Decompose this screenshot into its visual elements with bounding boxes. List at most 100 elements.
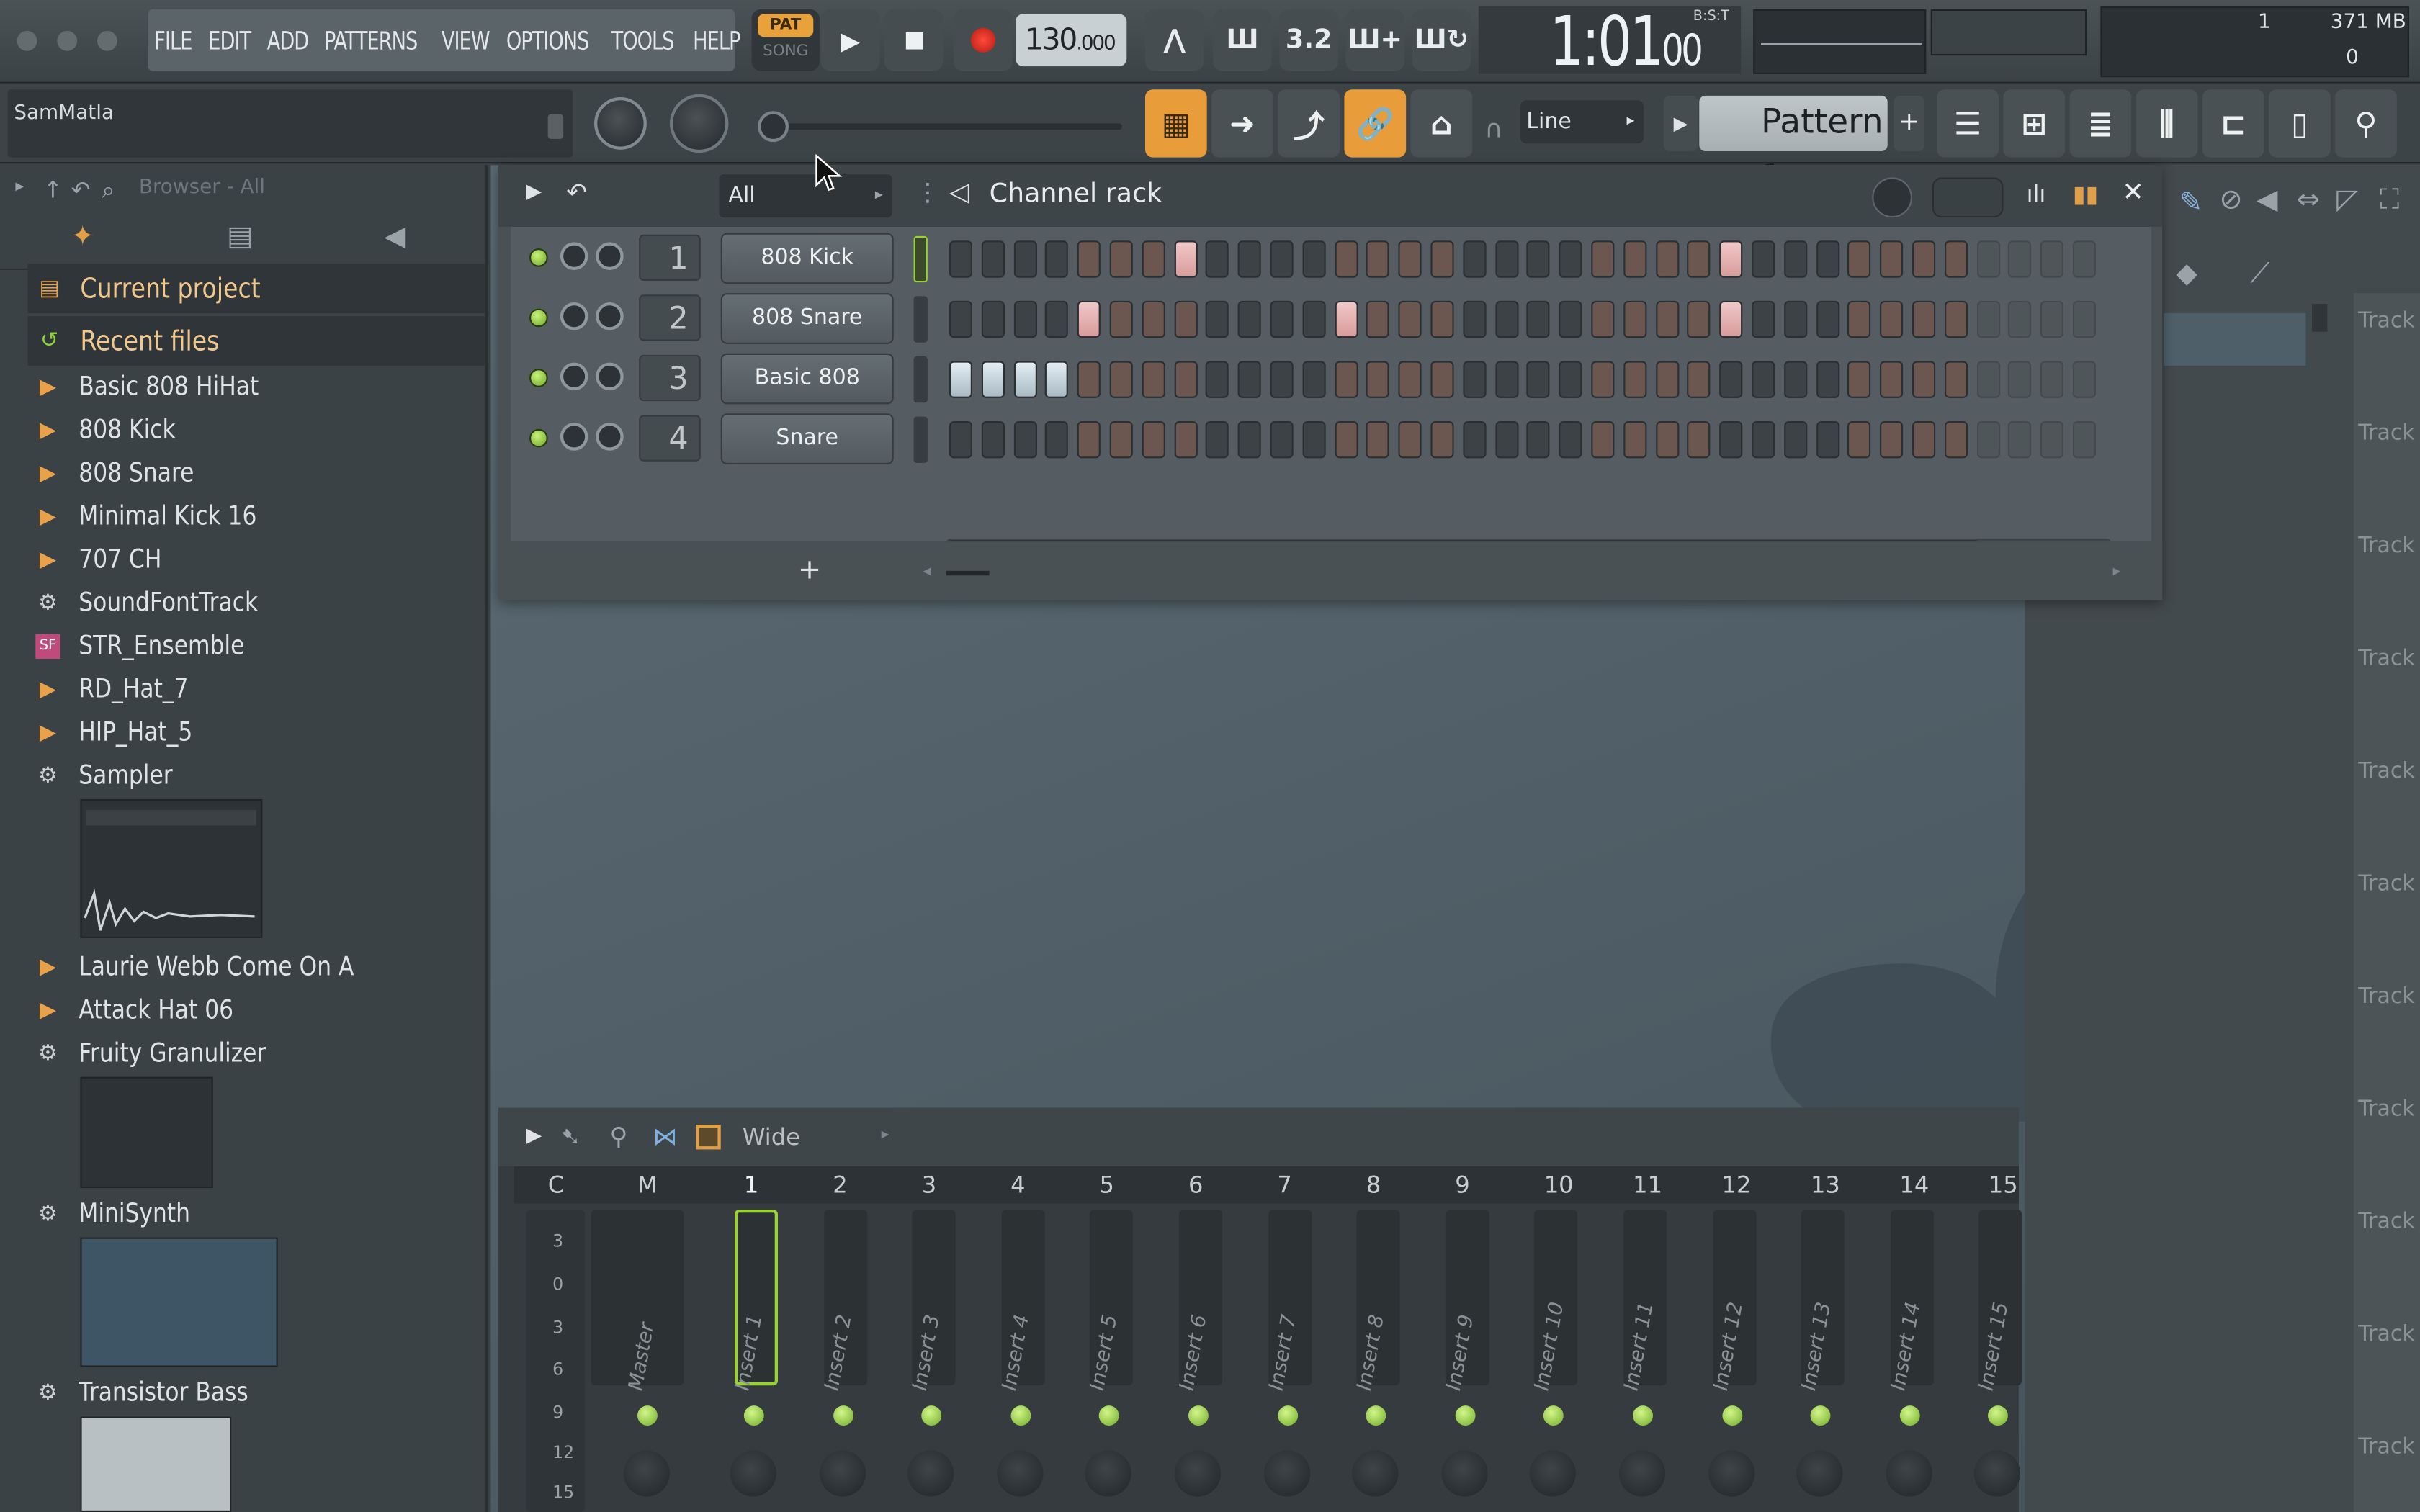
channel-select-indicator[interactable] — [913, 296, 928, 343]
maximize-window-button[interactable] — [97, 30, 117, 51]
step-button[interactable] — [1462, 421, 1487, 459]
step-button[interactable] — [1944, 361, 1968, 398]
step-button[interactable] — [1783, 300, 1807, 338]
typing-keyboard-button[interactable]: ▦ — [1145, 89, 1207, 158]
mixer-track-number[interactable]: 12 — [1722, 1171, 1752, 1199]
menu-file[interactable]: FILE — [154, 25, 192, 55]
step-button[interactable] — [1912, 421, 1936, 459]
wait-for-input-button[interactable]: Ш — [1213, 9, 1272, 71]
browser-item[interactable]: ▶ Basic 808 HiHat — [35, 367, 483, 408]
step-button[interactable] — [1752, 421, 1775, 459]
mixer-button[interactable]: ⫼ — [2136, 89, 2198, 158]
stop-button[interactable] — [884, 9, 944, 71]
track-label[interactable]: Track — [2358, 1097, 2415, 1122]
channel-mute-led[interactable] — [529, 248, 548, 267]
channel-pan-knob[interactable] — [560, 423, 588, 451]
step-button[interactable] — [1880, 300, 1904, 338]
search-icon[interactable]: ⌕ — [102, 176, 115, 204]
step-button[interactable] — [1527, 361, 1551, 398]
song-mode-label[interactable]: SONG — [758, 43, 813, 60]
mixer-pan-knob[interactable] — [1440, 1450, 1488, 1497]
step-button[interactable] — [1077, 240, 1101, 278]
step-button[interactable] — [981, 300, 1005, 338]
step-button[interactable] — [1880, 361, 1904, 398]
channel-select-indicator[interactable] — [913, 356, 928, 403]
mixer-mute-led[interactable] — [1810, 1405, 1831, 1426]
step-button[interactable] — [1366, 240, 1390, 278]
step-button[interactable] — [1206, 240, 1229, 278]
channel-volume-knob[interactable] — [596, 302, 624, 330]
snap-select[interactable]: Line ▸ — [1520, 100, 1644, 144]
mixer-layout-icon[interactable] — [696, 1125, 721, 1150]
step-button[interactable] — [2008, 361, 2032, 398]
step-button[interactable] — [1270, 421, 1294, 459]
step-button[interactable] — [1847, 421, 1871, 459]
browser-button[interactable]: ⊏ — [2202, 89, 2264, 158]
step-button[interactable] — [949, 300, 972, 338]
menu-options[interactable]: OPTIONS — [507, 25, 591, 55]
mixer-menu-arrow-icon[interactable]: ▶ — [526, 1125, 542, 1148]
rack-display-toggle[interactable] — [1932, 177, 2004, 218]
folder-current-project[interactable]: ▤ Current project — [27, 264, 485, 313]
step-button[interactable] — [2072, 361, 2096, 398]
step-button[interactable] — [1173, 361, 1197, 398]
track-label[interactable]: Track — [2358, 309, 2415, 333]
browser-item[interactable]: ▶ Minimal Kick 16 — [35, 497, 483, 537]
mixer-track-number[interactable]: 9 — [1455, 1171, 1469, 1199]
step-button[interactable] — [1237, 421, 1262, 459]
step-button[interactable] — [1302, 240, 1326, 278]
browser-up-icon[interactable]: ↑ — [43, 176, 63, 204]
mixer-track-number[interactable]: 5 — [1100, 1171, 1114, 1199]
step-button[interactable] — [1430, 421, 1454, 459]
menu-edit[interactable]: EDIT — [208, 25, 251, 55]
track-label[interactable]: Track — [2358, 984, 2415, 1009]
mixer-layout-label[interactable]: Wide — [743, 1123, 800, 1151]
step-button[interactable] — [1655, 300, 1679, 338]
mixer-pan-knob[interactable] — [1530, 1450, 1577, 1497]
step-button[interactable] — [1719, 240, 1743, 278]
channel-mixer-track[interactable]: 2 — [639, 294, 701, 341]
paint-tool-icon[interactable]: ✎ — [2179, 186, 2202, 219]
mixer-pan-knob[interactable] — [1174, 1450, 1221, 1497]
play-button[interactable]: ▶ — [821, 9, 880, 71]
step-button[interactable] — [1398, 240, 1422, 278]
step-button[interactable] — [2008, 300, 2032, 338]
mixer-track-number[interactable]: 14 — [1899, 1171, 1929, 1199]
step-button[interactable] — [1077, 300, 1101, 338]
mixer-mute-led[interactable] — [1099, 1405, 1120, 1426]
step-button[interactable] — [1816, 361, 1839, 398]
step-button[interactable] — [1976, 240, 2000, 278]
step-sequencer-icon[interactable]: ▮▮ — [2073, 181, 2098, 209]
swing-knob[interactable] — [1872, 177, 1912, 218]
mixer-pan-knob[interactable] — [908, 1450, 954, 1497]
step-button[interactable] — [1783, 361, 1807, 398]
mixer-pan-knob[interactable] — [1708, 1450, 1754, 1497]
step-button[interactable] — [1527, 421, 1551, 459]
minimize-window-button[interactable] — [57, 30, 78, 51]
channel-mixer-track[interactable]: 3 — [639, 354, 701, 402]
track-label[interactable]: Track — [2358, 421, 2415, 446]
automation-icon[interactable]: ⟋ — [2250, 258, 2269, 290]
mixer-track-number[interactable]: 8 — [1366, 1171, 1381, 1199]
step-button[interactable] — [1912, 361, 1936, 398]
step-button[interactable] — [1045, 421, 1069, 459]
track-label[interactable]: Track — [2358, 1322, 2415, 1346]
master-pitch-knob[interactable] — [670, 94, 729, 153]
scroll-right-icon[interactable]: ▸ — [2113, 563, 2121, 580]
step-button[interactable] — [1206, 300, 1229, 338]
track-label[interactable]: Track — [2358, 647, 2415, 671]
step-button[interactable] — [1013, 421, 1037, 459]
browser-item[interactable]: ⚙ Sampler — [35, 756, 483, 796]
step-button[interactable] — [1655, 240, 1679, 278]
step-button[interactable] — [1366, 421, 1390, 459]
track-label[interactable]: Track — [2358, 872, 2415, 896]
step-button[interactable] — [2072, 421, 2096, 459]
mixer-pan-knob[interactable] — [1886, 1450, 1932, 1497]
mixer-track-number[interactable]: 2 — [833, 1171, 847, 1199]
project-info-button[interactable]: ▯ — [2269, 89, 2331, 158]
step-button[interactable] — [1847, 361, 1871, 398]
mixer-pan-knob[interactable] — [1085, 1450, 1132, 1497]
mixer-pan-knob[interactable] — [1618, 1450, 1666, 1497]
step-button[interactable] — [1591, 300, 1615, 338]
step-button[interactable] — [1847, 240, 1871, 278]
